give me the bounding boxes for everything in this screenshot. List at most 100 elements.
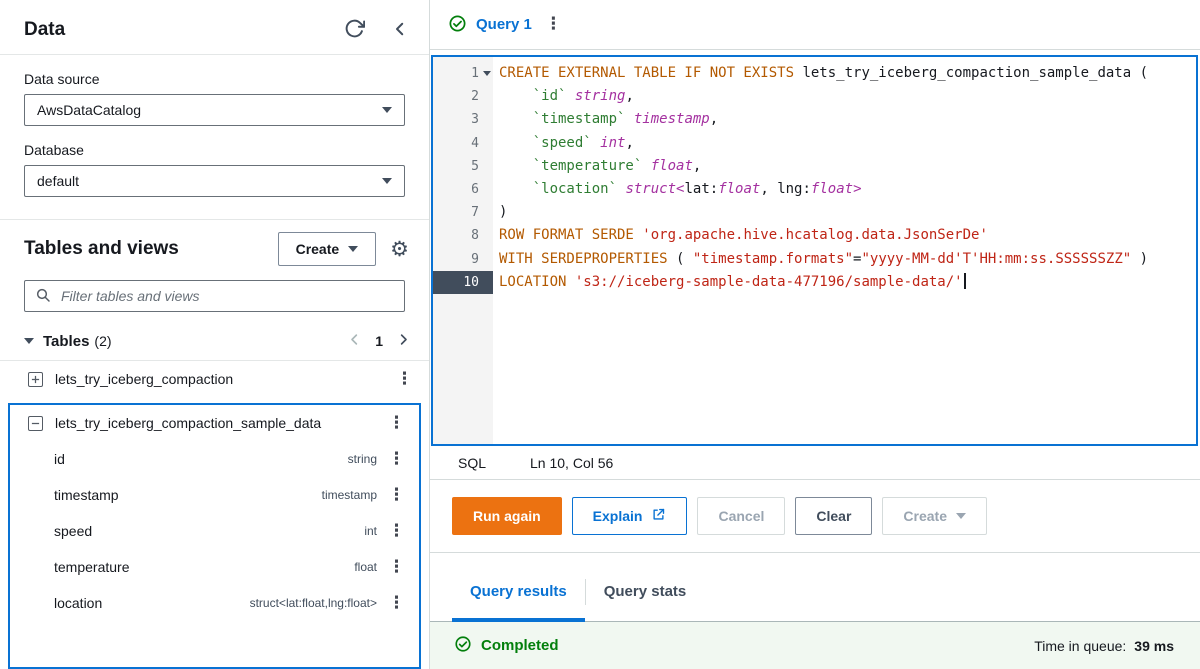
column-row[interactable]: timestamp timestamp ⋮ (10, 477, 419, 513)
database-select[interactable]: default (24, 165, 405, 197)
data-panel-header: Data (0, 0, 429, 54)
section-caret-down-icon[interactable] (24, 338, 34, 344)
collapse-icon[interactable] (28, 416, 43, 431)
code-line[interactable]: WITH SERDEPROPERTIES ( "timestamp.format… (499, 248, 1196, 271)
table-name[interactable]: lets_try_iceberg_compaction_sample_data (55, 415, 373, 431)
check-circle-icon (448, 14, 467, 36)
filter-tables-search (24, 280, 405, 312)
column-type: timestamp (322, 488, 377, 502)
status-left: Completed (454, 635, 559, 656)
refresh-button[interactable] (344, 18, 365, 42)
editor-statusbar: SQL Ln 10, Col 56 (430, 446, 1200, 480)
column-name[interactable]: speed (54, 523, 356, 539)
query-status-bar: Completed Time in queue: 39 ms (430, 622, 1200, 669)
column-name[interactable]: temperature (54, 559, 346, 575)
column-name[interactable]: location (54, 595, 242, 611)
editor-gutter: 12345678910 (433, 57, 493, 444)
query-tab-label: Query 1 (476, 16, 532, 33)
expand-icon[interactable] (28, 372, 43, 387)
column-type: int (364, 524, 377, 538)
create-dropdown-button[interactable]: Create (882, 497, 987, 535)
editor-code[interactable]: CREATE EXTERNAL TABLE IF NOT EXISTS lets… (493, 57, 1196, 444)
caret-down-icon (382, 178, 392, 184)
tables-and-views-title: Tables and views (24, 238, 264, 260)
tables-section-label: Tables (43, 333, 89, 350)
code-line[interactable]: LOCATION 's3://iceberg-sample-data-47719… (499, 271, 1196, 294)
data-source-label: Data source (24, 71, 405, 87)
kebab-menu-icon[interactable]: ⋮ (385, 487, 408, 504)
column-type: string (348, 452, 377, 466)
columns-list: id string ⋮ timestamp timestamp ⋮ speed … (10, 441, 419, 621)
kebab-menu-icon[interactable]: ⋮ (385, 523, 408, 540)
kebab-menu-icon[interactable]: ⋮ (385, 595, 408, 612)
create-button[interactable]: Create (278, 232, 377, 266)
column-row[interactable]: temperature float ⋮ (10, 549, 419, 585)
chevron-right-icon (396, 332, 411, 350)
code-line[interactable]: `location` struct<lat:float, lng:float> (499, 178, 1196, 201)
code-line[interactable]: CREATE EXTERNAL TABLE IF NOT EXISTS lets… (499, 62, 1196, 85)
kebab-menu-icon[interactable]: ⋮ (385, 415, 408, 432)
table-name[interactable]: lets_try_iceberg_compaction (55, 371, 381, 387)
cancel-button[interactable]: Cancel (697, 497, 785, 535)
line-number: 1 (433, 62, 493, 85)
run-again-button[interactable]: Run again (452, 497, 562, 535)
selected-table-container: lets_try_iceberg_compaction_sample_data … (8, 403, 421, 669)
table-row[interactable]: lets_try_iceberg_compaction ⋮ (0, 361, 429, 397)
code-line[interactable]: `temperature` float, (499, 155, 1196, 178)
queue-time-label: Time in queue: (1034, 638, 1126, 654)
clear-label: Clear (816, 508, 851, 524)
clear-button[interactable]: Clear (795, 497, 872, 535)
panel-title: Data (24, 19, 318, 41)
external-link-icon (651, 507, 666, 525)
code-line[interactable]: ROW FORMAT SERDE 'org.apache.hive.hcatal… (499, 224, 1196, 247)
column-name[interactable]: id (54, 451, 340, 467)
chevron-left-icon (347, 332, 362, 350)
column-row[interactable]: id string ⋮ (10, 441, 419, 477)
tables-section-bar: Tables (2) 1 (0, 324, 429, 360)
fold-caret-icon[interactable] (483, 71, 491, 76)
line-number: 10 (433, 271, 493, 294)
database-field: Database default (0, 126, 429, 197)
code-line[interactable]: `speed` int, (499, 132, 1196, 155)
queue-time-value: 39 ms (1134, 638, 1174, 654)
tab-query-results[interactable]: Query results (452, 583, 585, 621)
chevron-left-icon (391, 20, 409, 41)
explain-button[interactable]: Explain (572, 497, 688, 535)
code-line[interactable]: `id` string, (499, 85, 1196, 108)
kebab-menu-icon[interactable]: ⋮ (385, 559, 408, 576)
kebab-menu-icon[interactable]: ⋮ (393, 371, 416, 388)
caret-down-icon (382, 107, 392, 113)
query-tab[interactable]: Query 1 (448, 14, 532, 36)
line-number: 5 (433, 155, 493, 178)
column-name[interactable]: timestamp (54, 487, 314, 503)
pagination-next-button[interactable] (396, 332, 411, 350)
column-row[interactable]: location struct<lat:float,lng:float> ⋮ (10, 585, 419, 621)
cursor-position: Ln 10, Col 56 (530, 455, 613, 471)
code-line[interactable]: ) (499, 201, 1196, 224)
data-source-select[interactable]: AwsDataCatalog (24, 94, 405, 126)
collapse-panel-button[interactable] (391, 20, 409, 41)
table-row[interactable]: lets_try_iceberg_compaction_sample_data … (10, 405, 419, 441)
tab-kebab-menu-icon[interactable]: ⋮ (542, 16, 565, 33)
kebab-menu-icon[interactable]: ⋮ (385, 451, 408, 468)
filter-tables-input[interactable] (59, 287, 394, 305)
pagination-prev-button[interactable] (347, 332, 362, 350)
cancel-label: Cancel (718, 508, 764, 524)
tab-query-stats[interactable]: Query stats (586, 583, 705, 621)
line-number: 6 (433, 178, 493, 201)
gear-icon: ⚙ (390, 239, 409, 260)
search-icon (35, 287, 51, 306)
sql-editor[interactable]: 12345678910 CREATE EXTERNAL TABLE IF NOT… (431, 55, 1198, 446)
explain-label: Explain (593, 508, 643, 524)
code-line[interactable]: `timestamp` timestamp, (499, 108, 1196, 131)
line-number: 4 (433, 132, 493, 155)
line-number: 9 (433, 248, 493, 271)
line-number: 7 (433, 201, 493, 224)
text-cursor (964, 273, 966, 289)
create-button-label: Create (296, 241, 340, 257)
column-row[interactable]: speed int ⋮ (10, 513, 419, 549)
queue-time: Time in queue: 39 ms (1034, 638, 1174, 654)
pagination-current-page[interactable]: 1 (375, 333, 383, 349)
results-tab-bar: Query results Query stats (430, 553, 1200, 622)
settings-button[interactable]: ⚙ (390, 239, 409, 260)
